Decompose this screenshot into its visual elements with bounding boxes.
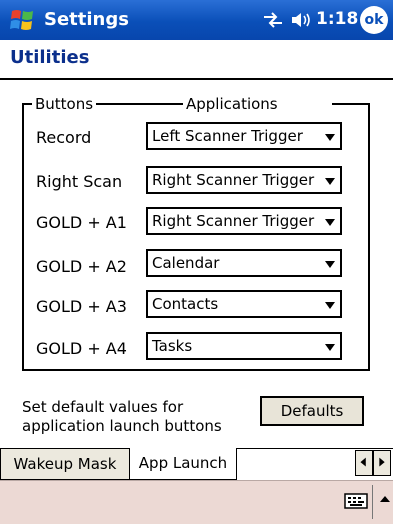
tab-strip: Wakeup Mask App Launch xyxy=(0,448,393,480)
dropdown-arrow-icon[interactable] xyxy=(325,134,335,141)
groupbox-right-border xyxy=(368,103,370,371)
menu-bar xyxy=(0,480,393,524)
dropdown-value: Contacts xyxy=(152,295,219,313)
tab-scroll-right-button[interactable] xyxy=(373,450,391,476)
row-label: Right Scan xyxy=(36,172,123,191)
defaults-hint: Set default values for application launc… xyxy=(22,398,222,435)
dropdown-arrow-icon[interactable] xyxy=(325,219,335,226)
page-title: Utilities xyxy=(10,47,90,68)
row-label: GOLD + A2 xyxy=(36,257,127,276)
sip-separator xyxy=(372,485,373,519)
app-dropdown[interactable]: Right Scanner Trigger xyxy=(146,166,342,194)
groupbox-bottom-border xyxy=(22,369,370,371)
defaults-button[interactable]: Defaults xyxy=(260,396,364,426)
dropdown-value: Right Scanner Trigger xyxy=(152,171,315,189)
header-divider xyxy=(0,78,393,80)
clock[interactable]: 1:18 xyxy=(316,9,358,29)
title-bar: Settings 1:18 ok xyxy=(0,0,393,40)
dropdown-arrow-icon[interactable] xyxy=(325,302,335,309)
windows-start-icon[interactable] xyxy=(8,6,38,34)
row-label: GOLD + A1 xyxy=(36,213,127,232)
connectivity-icon[interactable] xyxy=(262,11,284,29)
app-dropdown[interactable]: Tasks xyxy=(146,332,342,360)
groupbox-left-border xyxy=(22,103,24,371)
chevron-left-icon xyxy=(360,457,366,467)
chevron-up-icon[interactable] xyxy=(378,491,392,509)
app-dropdown[interactable]: Calendar xyxy=(146,249,342,277)
tab-scroll-left-button[interactable] xyxy=(355,450,373,476)
chevron-right-icon xyxy=(379,457,385,467)
volume-icon[interactable] xyxy=(290,10,312,30)
row-label: GOLD + A4 xyxy=(36,339,127,358)
row-label: GOLD + A3 xyxy=(36,297,127,316)
app-dropdown[interactable]: Left Scanner Trigger xyxy=(146,122,342,150)
dropdown-value: Tasks xyxy=(152,337,193,355)
dropdown-arrow-icon[interactable] xyxy=(325,261,335,268)
tab-strip-rule xyxy=(236,448,393,449)
keyboard-icon[interactable] xyxy=(344,491,368,511)
column-header-buttons: Buttons xyxy=(32,95,97,113)
dropdown-arrow-icon[interactable] xyxy=(325,178,335,185)
dropdown-value: Calendar xyxy=(152,254,220,272)
app-dropdown[interactable]: Contacts xyxy=(146,290,342,318)
dropdown-value: Left Scanner Trigger xyxy=(152,127,303,145)
ok-button[interactable]: ok xyxy=(360,6,388,34)
row-label: Record xyxy=(36,128,92,147)
app-dropdown[interactable]: Right Scanner Trigger xyxy=(146,207,342,235)
tab-wakeup-mask[interactable]: Wakeup Mask xyxy=(0,448,130,480)
dropdown-arrow-icon[interactable] xyxy=(325,344,335,351)
tab-app-launch[interactable]: App Launch xyxy=(129,448,237,480)
dropdown-value: Right Scanner Trigger xyxy=(152,212,315,230)
column-header-applications: Applications xyxy=(183,95,332,113)
app-title: Settings xyxy=(44,9,129,30)
